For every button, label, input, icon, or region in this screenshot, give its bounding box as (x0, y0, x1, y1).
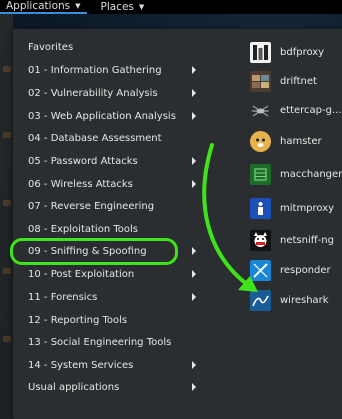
annotation-arrow-icon (202, 143, 258, 292)
